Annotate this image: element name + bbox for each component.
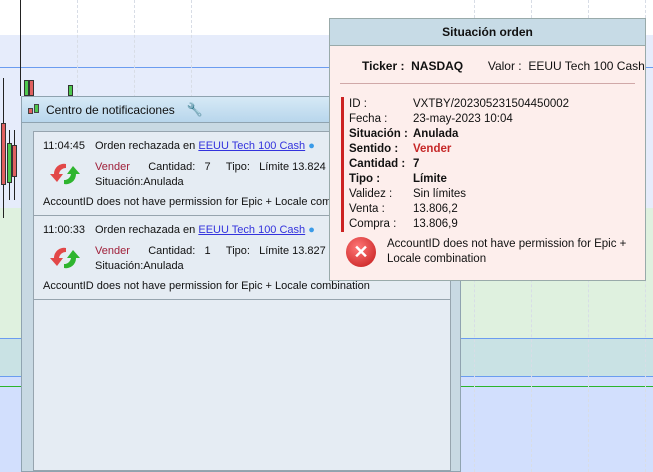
- field-situacion: Situación : Anulada: [349, 128, 459, 140]
- notification-message: Orden rechazada en: [95, 224, 196, 236]
- valor-label: Valor :: [487, 59, 522, 73]
- error-message: AccountID does not have permission for E…: [387, 238, 627, 265]
- notification-message: Orden rechazada en: [95, 140, 196, 152]
- candlestick-icon: [27, 103, 41, 117]
- instrument-link[interactable]: EEUU Tech 100 Cash: [198, 140, 305, 152]
- order-arrows-icon: [50, 247, 80, 269]
- side: Vender: [95, 245, 130, 257]
- candle: [29, 80, 34, 96]
- ticker-value: NASDAQ: [411, 59, 464, 73]
- type-label: Tipo:: [225, 161, 250, 173]
- field-id: ID : VXTBY/202305231504450002: [349, 98, 570, 110]
- divider: [340, 83, 635, 84]
- candle: [1, 123, 6, 185]
- chat-bubble-icon[interactable]: ●: [308, 140, 315, 152]
- valor-value: EEUU Tech 100 Cash: [528, 59, 645, 73]
- notification-time: 11:00:33: [43, 224, 86, 236]
- error-message: AccountID does not have permission for E…: [43, 280, 370, 292]
- field-venta: Venta :13.806,2: [349, 203, 458, 215]
- side: Vender: [95, 161, 130, 173]
- status: Situación:Anulada: [95, 260, 184, 272]
- type: Límite 13.827: [259, 245, 326, 257]
- order-status-panel: Situación orden Ticker : NASDAQ Valor : …: [329, 18, 646, 281]
- qty-label: Cantidad:: [148, 245, 196, 257]
- instrument-link[interactable]: EEUU Tech 100 Cash: [198, 224, 305, 236]
- candle: [68, 85, 73, 96]
- candle: [12, 145, 17, 177]
- ticker-label: Ticker :: [362, 59, 405, 73]
- qty-label: Cantidad:: [148, 161, 196, 173]
- error-icon: ✕: [346, 237, 376, 267]
- status: Situación:Anulada: [95, 176, 184, 188]
- chart-divider: [20, 0, 21, 96]
- notification-center-title: Centro de notificaciones: [46, 102, 175, 117]
- order-fields: ID : VXTBY/202305231504450002 Fecha :23-m…: [341, 97, 569, 232]
- field-tipo: Tipo : Límite: [349, 173, 447, 185]
- type: Límite 13.824: [259, 161, 326, 173]
- error-message: AccountID does not have permission for E…: [43, 196, 370, 208]
- field-fecha: Fecha :23-may-2023 10:04: [349, 113, 513, 125]
- wrench-icon[interactable]: 🔧: [187, 102, 203, 118]
- order-arrows-icon: [50, 163, 80, 185]
- type-label: Tipo:: [225, 245, 250, 257]
- order-status-title: Situación orden: [330, 19, 645, 46]
- chat-bubble-icon[interactable]: ●: [308, 224, 315, 236]
- field-sentido: Sentido : Vender: [349, 143, 452, 155]
- notification-time: 11:04:45: [43, 140, 86, 152]
- qty: 1: [204, 245, 211, 257]
- field-compra: Compra :13.806,9: [349, 218, 458, 230]
- field-cantidad: Cantidad :7: [349, 158, 420, 170]
- qty: 7: [204, 161, 211, 173]
- field-validez: Validez : Sin límites: [349, 188, 467, 200]
